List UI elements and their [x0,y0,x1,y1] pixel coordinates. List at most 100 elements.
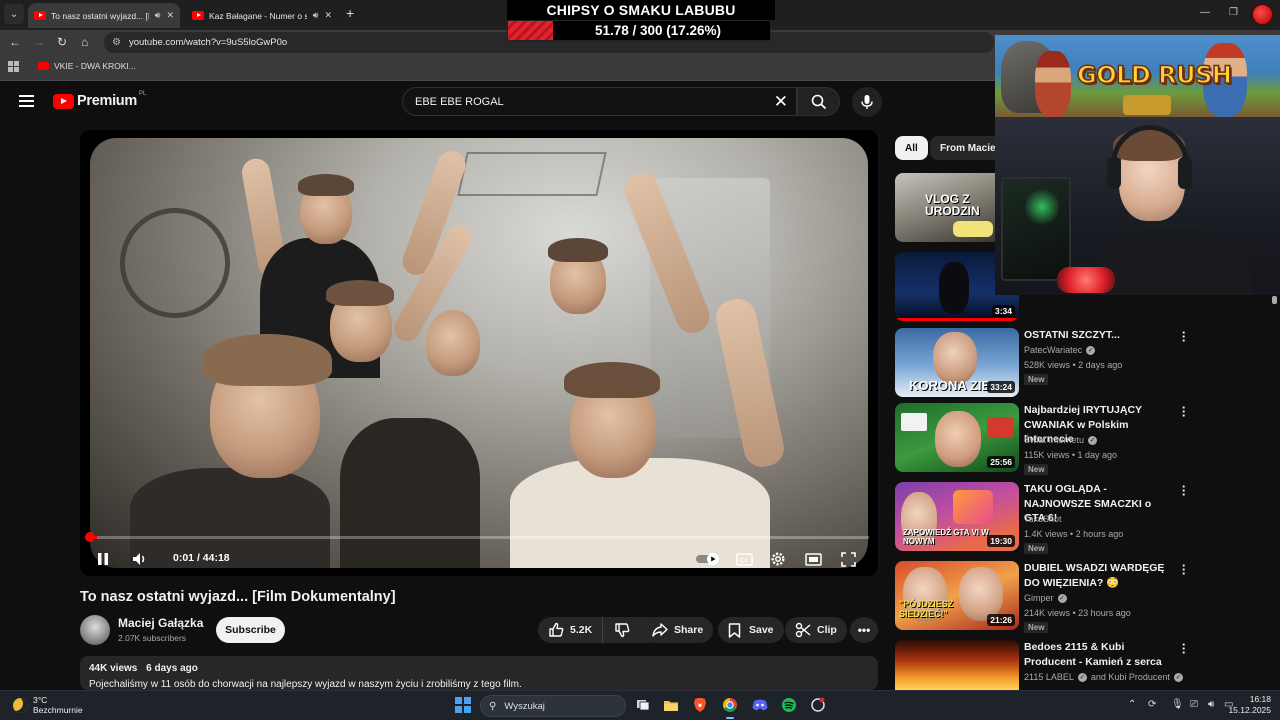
person-hair [548,238,608,262]
recommendation-channel[interactable]: Świat Internetu ✓ [1024,435,1098,445]
apps-grid-icon[interactable] [8,61,19,72]
description-meta: 44K views 6 days ago [89,663,869,674]
subscribe-button[interactable]: Subscribe [216,617,285,643]
captions-button[interactable]: CC [734,550,754,568]
search-button[interactable] [797,87,840,116]
red-microphone [1057,267,1115,293]
more-vertical-icon[interactable]: · · · [1180,480,1188,501]
description-box[interactable]: 44K views 6 days ago Pojechaliśmy w 11 o… [80,656,878,690]
recommendation-title[interactable]: Bedoes 2115 & Kubi Producent - Kamień z … [1024,640,1174,669]
miner-figure [1035,51,1071,117]
like-button[interactable]: 5.2K [538,617,604,643]
close-tab-icon[interactable]: ✕ [324,10,332,21]
minimize-icon[interactable]: — [1200,7,1210,18]
more-actions-button[interactable]: ••• [850,617,878,643]
autoplay-toggle[interactable] [694,550,722,568]
chevron-up-icon[interactable]: ⌃ [1128,699,1136,710]
taskbar-time[interactable]: 16:18 [1243,694,1271,704]
pause-button[interactable] [94,550,112,568]
recommendation-title[interactable]: DUBIEL WSADZI WARDĘGĘ DO WIĘZIENIA? 😳 [1024,561,1174,590]
time-current: 0:01 [173,552,195,564]
search-input[interactable]: EBE EBE ROGAL ✕ [402,87,797,116]
person-head [426,310,480,376]
menu-icon[interactable] [19,95,34,107]
recommendation-channel[interactable]: 2115 LABEL ✓ and Kubi Producent ✓ [1024,672,1183,682]
bookmark-item[interactable]: VKIE - DWA KROKI... [38,61,136,71]
theater-mode-button[interactable] [803,550,823,568]
ceiling-lamp [457,152,607,196]
new-badge: New [1024,622,1049,633]
chip-all[interactable]: All [895,136,928,160]
scissors-icon [795,622,811,638]
voice-search-button[interactable] [852,87,882,117]
restore-icon[interactable]: ❐ [1229,7,1238,18]
reload-icon[interactable]: ↻ [57,35,67,49]
recommendation-thumbnail[interactable]: KORONA ZIE 33:24 [895,328,1019,397]
recommendation-channel[interactable]: PatecWariatec ✓ [1024,345,1096,355]
more-vertical-icon[interactable]: · · · [1180,638,1188,659]
clip-button[interactable]: Clip [785,617,847,643]
tab-active[interactable]: To nasz ostatni wyjazd... [Fi 🔊︎ ✕ [28,3,180,28]
profile-avatar[interactable] [1252,4,1273,25]
wall-clock [120,208,230,318]
speaker-icon[interactable]: 🔊︎ [313,10,319,21]
back-arrow-icon[interactable]: ← [9,35,21,49]
home-icon[interactable]: ⌂ [81,35,88,49]
pause-icon [98,553,108,565]
tab-inactive[interactable]: Kaz Bałagane - Numer o sp 🔊︎ ✕ [186,3,338,28]
tab-search-button[interactable]: ⌄ [4,4,24,24]
task-view-icon[interactable] [634,696,652,714]
app-icon[interactable] [809,696,827,714]
share-button[interactable]: Share [642,617,714,643]
microphone-icon[interactable]: 🎙︎ [1171,699,1184,710]
recommendation-channel[interactable]: TakuShot [1024,514,1062,524]
forward-arrow-icon[interactable]: → [33,35,45,49]
recommendation-thumbnail[interactable]: 25:56 [895,403,1019,472]
network-icon[interactable]: ⎚ [1190,699,1198,710]
dislike-button[interactable] [603,617,641,643]
recommendation-channel[interactable]: Gimper ✓ [1024,593,1067,603]
settings-button[interactable] [768,550,788,568]
mute-button[interactable] [130,550,150,568]
spotify-icon[interactable] [780,696,798,714]
close-tab-icon[interactable]: ✕ [166,10,174,21]
new-tab-button[interactable]: + [346,6,354,20]
seek-handle[interactable] [85,532,95,542]
sync-icon[interactable]: ⟳ [1148,699,1156,710]
more-vertical-icon[interactable]: · · · [1180,326,1188,347]
taskbar-date[interactable]: 15.12.2025 [1226,705,1271,715]
discord-icon[interactable] [751,696,769,714]
youtube-premium-logo[interactable]: Premium PL [53,91,146,109]
thumbs-down-icon [615,623,630,638]
recommendation-thumbnail[interactable] [895,640,1019,690]
thumbnail-cake [953,221,993,237]
video-player[interactable]: 0:01 / 44:18 CC [80,130,878,576]
new-badge: New [1024,374,1049,385]
windows-start-icon[interactable] [455,697,471,713]
recommendation-title[interactable]: OSTATNI SZCZYT... [1024,328,1174,343]
watched-progress [895,318,1019,321]
clear-search-icon[interactable]: ✕ [774,92,788,112]
chrome-icon[interactable] [721,696,739,714]
site-info-icon[interactable]: ⚙︎ [112,37,121,48]
more-vertical-icon[interactable]: · · · [1180,401,1188,422]
video-duration: 33:24 [987,381,1015,393]
recommendation-thumbnail[interactable]: "PÓJDZIESZ SIEDZIEĆ!" 21:26 [895,561,1019,630]
channel-name[interactable]: Maciej Gałązka [118,616,203,630]
more-vertical-icon[interactable]: · · · [1180,559,1188,580]
speaker-icon[interactable]: 🔊︎ [155,10,161,21]
brave-browser-icon[interactable] [691,696,709,714]
recommendation-thumbnail[interactable]: ZAPOWIEDŹ GTA VI W NOWYM 19:30 [895,482,1019,551]
channel-avatar[interactable] [80,615,110,645]
file-explorer-icon[interactable] [662,696,680,714]
new-badge: New [1024,464,1049,475]
time-total: 44:18 [202,552,230,564]
fullscreen-button[interactable] [838,550,858,568]
youtube-favicon-icon [192,11,204,20]
volume-icon[interactable]: 🔊︎ [1208,699,1214,710]
taskbar-search[interactable]: ⚲ Wyszukaj [480,695,626,717]
weather-widget[interactable]: 3°C Bezchmurnie [13,695,83,715]
scrollbar[interactable] [1272,296,1277,304]
save-button[interactable]: Save [718,617,784,643]
seek-bar[interactable] [89,536,869,539]
